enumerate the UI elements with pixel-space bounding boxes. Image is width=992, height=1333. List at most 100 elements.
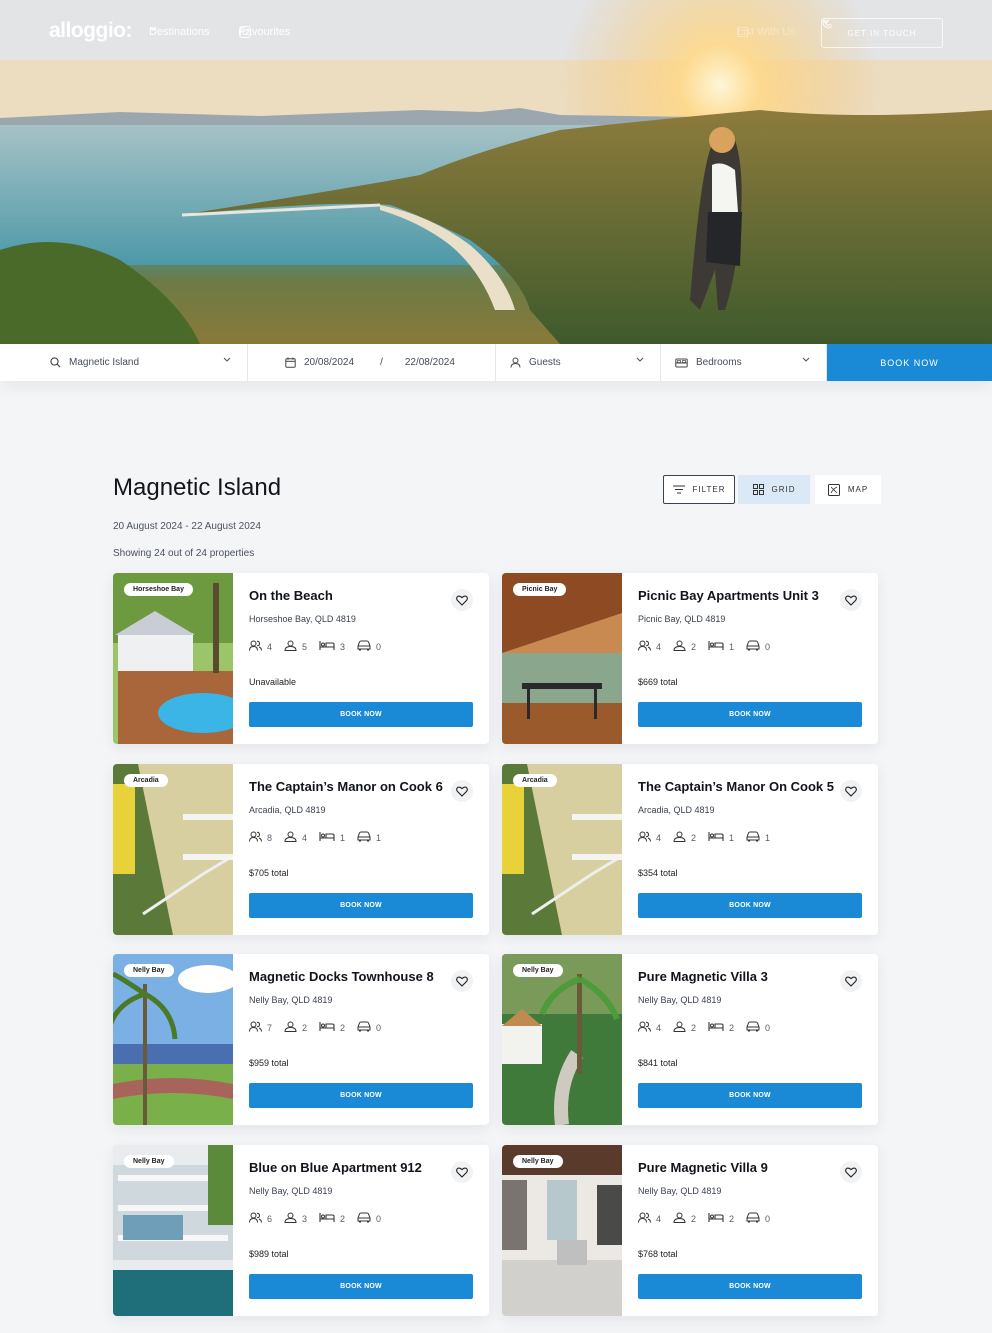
filter-button[interactable]: FILTER <box>663 475 735 504</box>
grid-view-button[interactable]: GRID <box>738 475 810 504</box>
chevron-down-icon <box>822 19 830 24</box>
listing-amenities: 4 2 1 1 <box>638 831 770 844</box>
bed-icon <box>708 831 724 844</box>
book-now-button[interactable]: BOOK NOW <box>638 893 862 918</box>
guests-count: 8 <box>267 832 273 843</box>
guests-count: 7 <box>267 1022 273 1033</box>
search-book-now-button[interactable]: BOOK NOW <box>827 344 992 381</box>
beds-count: 2 <box>729 1022 735 1033</box>
favourite-button[interactable] <box>451 1161 473 1183</box>
get-in-touch-label: GET IN TOUCH <box>847 28 917 38</box>
listing-card[interactable]: Arcadia The Captain’s Manor on Cook 6 Arca… <box>113 764 489 935</box>
book-now-button[interactable]: BOOK NOW <box>249 702 473 727</box>
favourite-button[interactable] <box>840 780 862 802</box>
results-count: Showing 24 out of 24 properties <box>113 548 255 559</box>
favourite-button[interactable] <box>840 589 862 611</box>
logo[interactable]: alloggio: <box>49 19 133 43</box>
beds-count: 3 <box>340 641 346 652</box>
nav-list-with-us[interactable]: List With Us <box>737 26 796 38</box>
heart-icon <box>845 786 857 797</box>
book-now-button[interactable]: BOOK NOW <box>638 702 862 727</box>
bed-icon <box>708 640 724 653</box>
guests-icon <box>249 831 262 844</box>
get-in-touch-button[interactable]: GET IN TOUCH <box>821 18 943 48</box>
listing-card[interactable]: Nelly Bay Blue on Blue Apartment 912 Nelly… <box>113 1145 489 1316</box>
listing-card[interactable]: Nelly Bay Pure Magnetic Villa 3 Nelly Bay,… <box>502 954 878 1125</box>
parking: 1 <box>357 831 381 844</box>
bed-icon <box>708 1021 724 1034</box>
listing-title[interactable]: Picnic Bay Apartments Unit 3 <box>638 588 819 603</box>
listing-title[interactable]: On the Beach <box>249 588 333 603</box>
listing-title[interactable]: Blue on Blue Apartment 912 <box>249 1160 422 1175</box>
listing-card[interactable]: Nelly Bay Pure Magnetic Villa 9 Nelly Bay,… <box>502 1145 878 1316</box>
favourite-button[interactable] <box>451 780 473 802</box>
listing-thumbnail[interactable] <box>113 1145 233 1316</box>
listing-price: $768 total <box>638 1249 678 1259</box>
guests-icon <box>638 640 651 653</box>
favourite-button[interactable] <box>451 970 473 992</box>
listing-price: $959 total <box>249 1058 289 1068</box>
date-range-picker[interactable]: 20/08/2024 / 22/08/2024 <box>248 344 496 381</box>
max-guests: 4 <box>638 640 661 653</box>
book-now-button[interactable]: BOOK NOW <box>249 893 473 918</box>
listing-card[interactable]: Picnic Bay Picnic Bay Apartments Unit 3 Pi… <box>502 573 878 744</box>
cars-count: 0 <box>376 641 382 652</box>
listing-thumbnail[interactable] <box>502 573 622 744</box>
listing-thumbnail[interactable] <box>502 954 622 1125</box>
book-now-button[interactable]: BOOK NOW <box>249 1083 473 1108</box>
cars-count: 1 <box>376 832 382 843</box>
listing-thumbnail[interactable] <box>502 764 622 935</box>
listing-title[interactable]: The Captain’s Manor on Cook 6 <box>249 779 443 794</box>
listing-location: Horseshoe Bay, QLD 4819 <box>249 614 356 624</box>
guests-icon <box>249 1212 262 1225</box>
guests-count: 6 <box>267 1213 273 1224</box>
book-now-button[interactable]: BOOK NOW <box>638 1274 862 1299</box>
listing-thumbnail[interactable] <box>502 1145 622 1316</box>
listing-card[interactable]: Horseshoe Bay On the Beach Horseshoe Bay, … <box>113 573 489 744</box>
bedrooms: 2 <box>708 1212 734 1225</box>
favourite-button[interactable] <box>840 1161 862 1183</box>
map-view-button[interactable]: MAP <box>815 475 881 504</box>
book-now-button[interactable]: BOOK NOW <box>249 1274 473 1299</box>
adults-count: 2 <box>691 1022 697 1033</box>
nav-destinations[interactable]: Destinations <box>149 26 210 38</box>
adults-count: 2 <box>691 641 697 652</box>
guests-select[interactable]: Guests <box>496 344 661 381</box>
listing-thumbnail[interactable] <box>113 573 233 744</box>
nav-favourites[interactable]: Favourites <box>239 26 290 38</box>
heart-icon <box>845 1167 857 1178</box>
car-icon <box>746 831 760 844</box>
adults-icon <box>673 1212 686 1225</box>
top-nav: alloggio: Destinations Favourites List W… <box>0 18 992 48</box>
favourite-button[interactable] <box>451 589 473 611</box>
listing-amenities: 4 2 2 0 <box>638 1021 770 1034</box>
listing-price: $989 total <box>249 1249 289 1259</box>
search-bar: Magnetic Island 20/08/2024 / 22/08/2024 … <box>0 344 992 381</box>
listing-card[interactable]: Arcadia The Captain’s Manor On Cook 5 Arca… <box>502 764 878 935</box>
heart-icon <box>456 1167 468 1178</box>
adults-icon <box>284 1021 297 1034</box>
search-icon <box>50 357 61 368</box>
listing-price: Unavailable <box>249 677 297 687</box>
bedrooms-select[interactable]: Bedrooms <box>661 344 827 381</box>
parking: 0 <box>746 1021 770 1034</box>
hero-banner: alloggio: Destinations Favourites List W… <box>0 0 992 344</box>
listing-title[interactable]: Pure Magnetic Villa 3 <box>638 969 768 984</box>
listing-thumbnail[interactable] <box>113 954 233 1125</box>
adults-icon <box>284 1212 297 1225</box>
listing-card[interactable]: Nelly Bay Magnetic Docks Townhouse 8 Nelly… <box>113 954 489 1125</box>
chevron-down-icon <box>802 357 810 362</box>
adults-count: 5 <box>302 641 308 652</box>
bedrooms: 3 <box>319 640 345 653</box>
listing-location: Picnic Bay, QLD 4819 <box>638 614 726 624</box>
favourite-button[interactable] <box>840 970 862 992</box>
listing-title[interactable]: Pure Magnetic Villa 9 <box>638 1160 768 1175</box>
book-now-button[interactable]: BOOK NOW <box>638 1083 862 1108</box>
listing-title[interactable]: Magnetic Docks Townhouse 8 <box>249 969 434 984</box>
listing-title[interactable]: The Captain’s Manor On Cook 5 <box>638 779 834 794</box>
max-guests: 4 <box>638 1021 661 1034</box>
guests-icon <box>638 831 651 844</box>
listing-location: Arcadia, QLD 4819 <box>249 805 326 815</box>
listing-thumbnail[interactable] <box>113 764 233 935</box>
location-select[interactable]: Magnetic Island <box>0 344 248 381</box>
